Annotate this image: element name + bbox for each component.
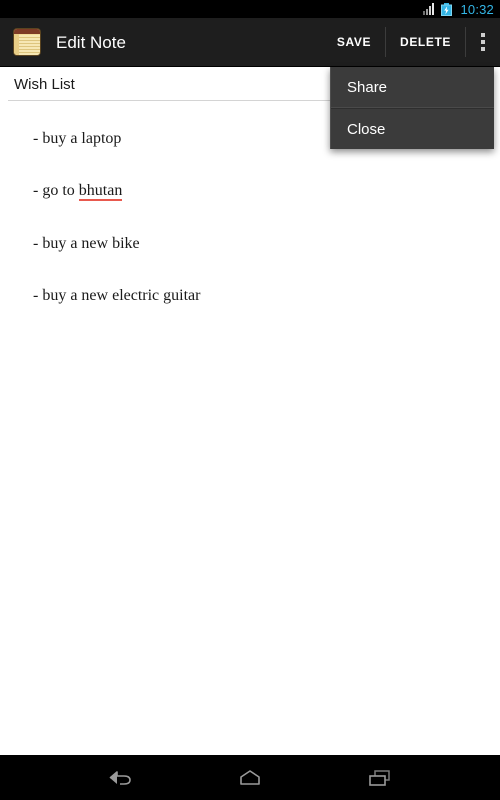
misspelled-word: bhutan [78, 182, 123, 201]
home-button[interactable] [220, 755, 280, 800]
notepad-icon-binder [14, 29, 40, 34]
note-line-text: - buy a laptop [33, 129, 122, 147]
system-navigation-bar [0, 755, 500, 800]
note-line-text: - buy a new bike [33, 234, 140, 252]
overflow-dot-1 [481, 33, 485, 37]
note-body-line: - buy a new bike [9, 217, 491, 270]
home-icon [240, 769, 260, 785]
menu-item-share[interactable]: Share [331, 67, 494, 107]
back-arrow-icon [109, 770, 131, 785]
notepad-icon-edge [14, 34, 19, 55]
note-editor: Wish List - buy a laptop - go to bhutan … [0, 67, 500, 755]
status-bar-clock: 10:32 [460, 1, 494, 17]
note-line-text: - go to [33, 182, 79, 199]
overflow-dot-2 [481, 40, 485, 44]
status-icon-group: 10:32 [423, 1, 494, 17]
recent-apps-button[interactable] [350, 755, 410, 800]
status-bar: 10:32 [0, 0, 500, 18]
recent-apps-icon [369, 769, 390, 786]
overflow-menu-icon[interactable] [466, 18, 500, 66]
action-bar: Edit Note SAVE DELETE [0, 18, 500, 67]
overflow-menu-popup: Share Close [330, 67, 494, 149]
menu-item-close[interactable]: Close [331, 109, 494, 149]
save-button[interactable]: SAVE [323, 25, 385, 59]
delete-button[interactable]: DELETE [386, 25, 465, 59]
notepad-icon [14, 29, 40, 55]
note-body-line: - go to bhutan [9, 165, 491, 218]
note-body-line: - buy a new electric guitar [9, 270, 491, 323]
page-title: Edit Note [56, 32, 126, 52]
note-line-text: - buy a new electric guitar [33, 287, 201, 304]
signal-icon [423, 3, 435, 15]
overflow-dot-3 [481, 47, 485, 51]
battery-charging-icon [441, 2, 453, 16]
back-button[interactable] [90, 755, 150, 800]
